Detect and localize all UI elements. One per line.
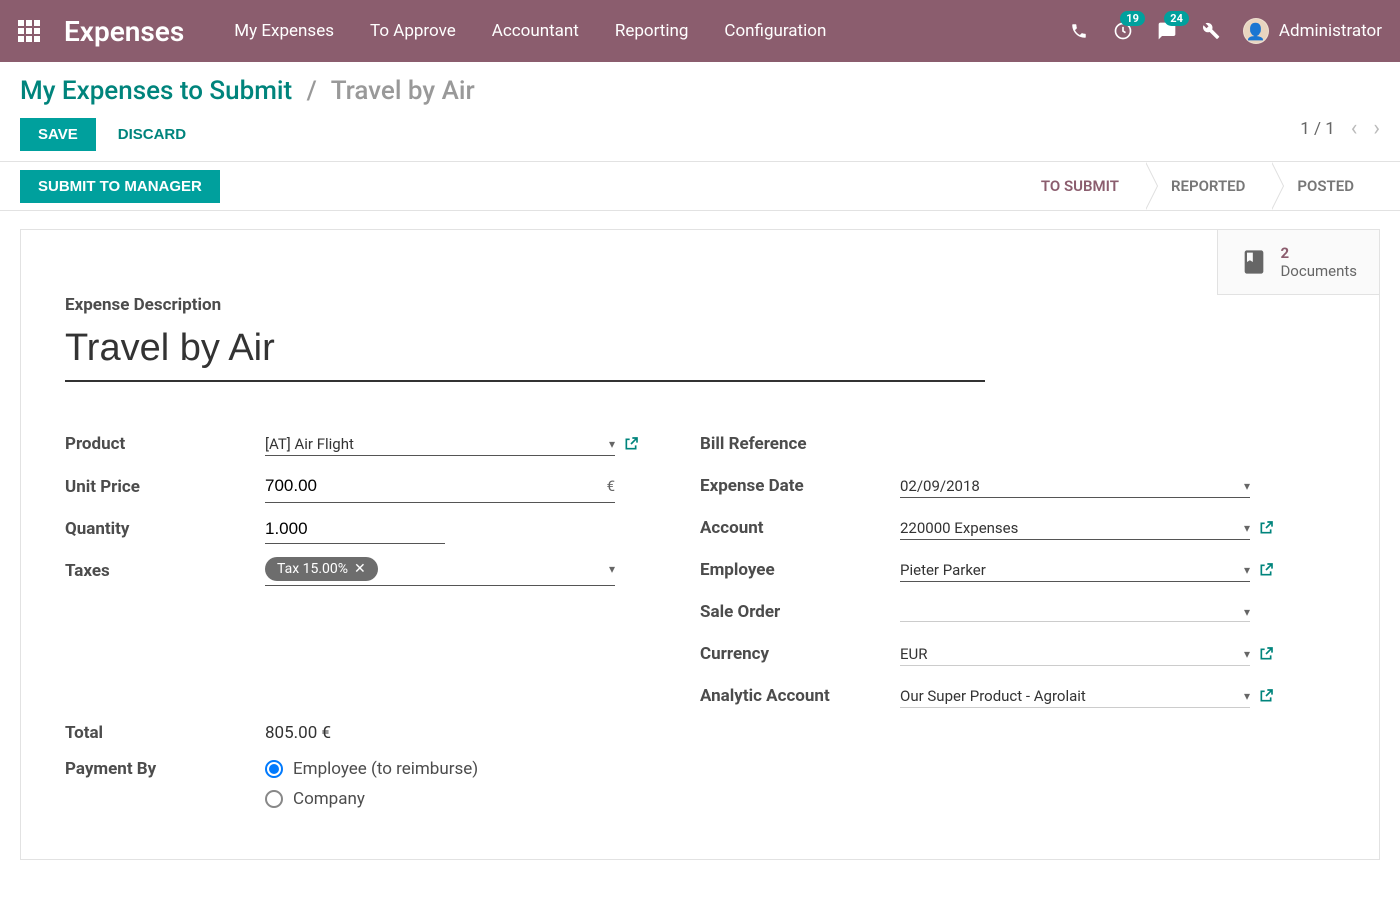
chevron-down-icon: ▾	[1244, 563, 1250, 577]
currency-value: EUR	[900, 645, 1244, 663]
nav-my-expenses[interactable]: My Expenses	[234, 21, 334, 41]
bill-reference-label: Bill Reference	[700, 434, 900, 454]
nav-links: My Expenses To Approve Accountant Report…	[234, 21, 826, 41]
radio-off-icon	[265, 790, 283, 808]
payment-employee-radio[interactable]: Employee (to reimburse)	[265, 759, 478, 779]
unit-price-suffix: €	[607, 477, 615, 495]
employee-select[interactable]: Pieter Parker ▾	[900, 559, 1250, 582]
chevron-down-icon: ▾	[1244, 647, 1250, 661]
product-select[interactable]: [AT] Air Flight ▾	[265, 433, 615, 456]
nav-configuration[interactable]: Configuration	[724, 21, 826, 41]
account-select[interactable]: 220000 Expenses ▾	[900, 517, 1250, 540]
pager-next[interactable]: ›	[1373, 116, 1380, 141]
app-title: Expenses	[64, 15, 184, 48]
payment-opt1-label: Employee (to reimburse)	[293, 759, 478, 779]
radio-on-icon	[265, 760, 283, 778]
breadcrumb-current: Travel by Air	[331, 76, 475, 106]
expense-date-label: Expense Date	[700, 476, 900, 496]
status-to-submit[interactable]: TO SUBMIT	[1015, 162, 1145, 210]
discard-button[interactable]: DISCARD	[106, 118, 198, 151]
unit-price-input[interactable]	[265, 472, 603, 500]
payment-opt2-label: Company	[293, 789, 365, 809]
currency-select[interactable]: EUR ▾	[900, 643, 1250, 666]
nav-reporting[interactable]: Reporting	[615, 21, 689, 41]
expense-date-value: 02/09/2018	[900, 477, 1244, 495]
tax-tag-label: Tax 15.00%	[277, 561, 348, 577]
employee-value: Pieter Parker	[900, 561, 1244, 579]
activities-icon[interactable]: 19	[1111, 19, 1135, 43]
activities-badge: 19	[1120, 11, 1145, 26]
taxes-select[interactable]: Tax 15.00% ✕ ▾	[265, 557, 615, 586]
status-reported[interactable]: REPORTED	[1145, 162, 1271, 210]
unit-price-wrap: €	[265, 470, 615, 503]
unit-price-label: Unit Price	[65, 477, 265, 497]
payment-by-label: Payment By	[65, 759, 265, 779]
description-label: Expense Description	[65, 295, 1335, 315]
total-label: Total	[65, 723, 265, 743]
documents-label: Documents	[1280, 262, 1357, 280]
product-label: Product	[65, 434, 265, 454]
username: Administrator	[1279, 21, 1382, 41]
chevron-down-icon: ▾	[1244, 521, 1250, 535]
tax-remove-icon[interactable]: ✕	[354, 561, 366, 577]
payment-company-radio[interactable]: Company	[265, 789, 478, 809]
currency-label: Currency	[700, 644, 900, 664]
chevron-down-icon: ▾	[609, 437, 615, 451]
documents-count: 2	[1280, 244, 1357, 262]
product-value: [AT] Air Flight	[265, 435, 609, 453]
account-label: Account	[700, 518, 900, 538]
tools-icon[interactable]	[1199, 19, 1223, 43]
documents-button[interactable]: 2 Documents	[1217, 230, 1379, 295]
status-posted[interactable]: POSTED	[1271, 162, 1380, 210]
taxes-label: Taxes	[65, 561, 265, 581]
top-nav: Expenses My Expenses To Approve Accounta…	[0, 0, 1400, 62]
description-input[interactable]	[65, 321, 985, 382]
chevron-down-icon: ▾	[1244, 479, 1250, 493]
total-value: 805.00 €	[265, 723, 700, 743]
account-value: 220000 Expenses	[900, 519, 1244, 537]
quantity-label: Quantity	[65, 519, 265, 539]
analytic-account-label: Analytic Account	[700, 686, 900, 706]
chevron-down-icon: ▾	[609, 562, 615, 576]
nav-accountant[interactable]: Accountant	[492, 21, 579, 41]
submit-to-manager-button[interactable]: SUBMIT TO MANAGER	[20, 170, 220, 203]
chevron-down-icon: ▾	[1244, 605, 1250, 619]
analytic-account-select[interactable]: Our Super Product - Agrolait ▾	[900, 685, 1250, 708]
book-icon	[1240, 248, 1268, 276]
pager: 1 / 1 ‹ ›	[1300, 116, 1380, 141]
product-external-link-icon[interactable]	[623, 436, 639, 452]
sale-order-select[interactable]: ▾	[900, 603, 1250, 622]
messages-badge: 24	[1164, 11, 1189, 26]
user-menu[interactable]: 👤 Administrator	[1243, 18, 1382, 44]
currency-external-link-icon[interactable]	[1258, 646, 1274, 662]
pager-prev[interactable]: ‹	[1351, 116, 1358, 141]
chevron-down-icon: ▾	[1244, 689, 1250, 703]
breadcrumb: My Expenses to Submit / Travel by Air	[20, 76, 475, 106]
analytic-account-value: Our Super Product - Agrolait	[900, 687, 1244, 705]
breadcrumb-parent[interactable]: My Expenses to Submit	[20, 76, 292, 106]
employee-label: Employee	[700, 560, 900, 580]
messages-icon[interactable]: 24	[1155, 19, 1179, 43]
apps-launcher-icon[interactable]	[18, 20, 40, 42]
control-bar: My Expenses to Submit / Travel by Air SA…	[0, 62, 1400, 161]
phone-icon[interactable]	[1067, 19, 1091, 43]
status-bar: SUBMIT TO MANAGER TO SUBMIT REPORTED POS…	[0, 161, 1400, 211]
account-external-link-icon[interactable]	[1258, 520, 1274, 536]
sale-order-label: Sale Order	[700, 602, 900, 622]
expense-date-input[interactable]: 02/09/2018 ▾	[900, 475, 1250, 498]
save-button[interactable]: SAVE	[20, 118, 96, 151]
pager-position: 1 / 1	[1300, 119, 1335, 139]
tax-tag: Tax 15.00% ✕	[265, 557, 378, 581]
quantity-input[interactable]	[265, 515, 445, 544]
employee-external-link-icon[interactable]	[1258, 562, 1274, 578]
analytic-external-link-icon[interactable]	[1258, 688, 1274, 704]
avatar: 👤	[1243, 18, 1269, 44]
form-sheet: 2 Documents Expense Description Product …	[20, 229, 1380, 860]
nav-to-approve[interactable]: To Approve	[370, 21, 456, 41]
